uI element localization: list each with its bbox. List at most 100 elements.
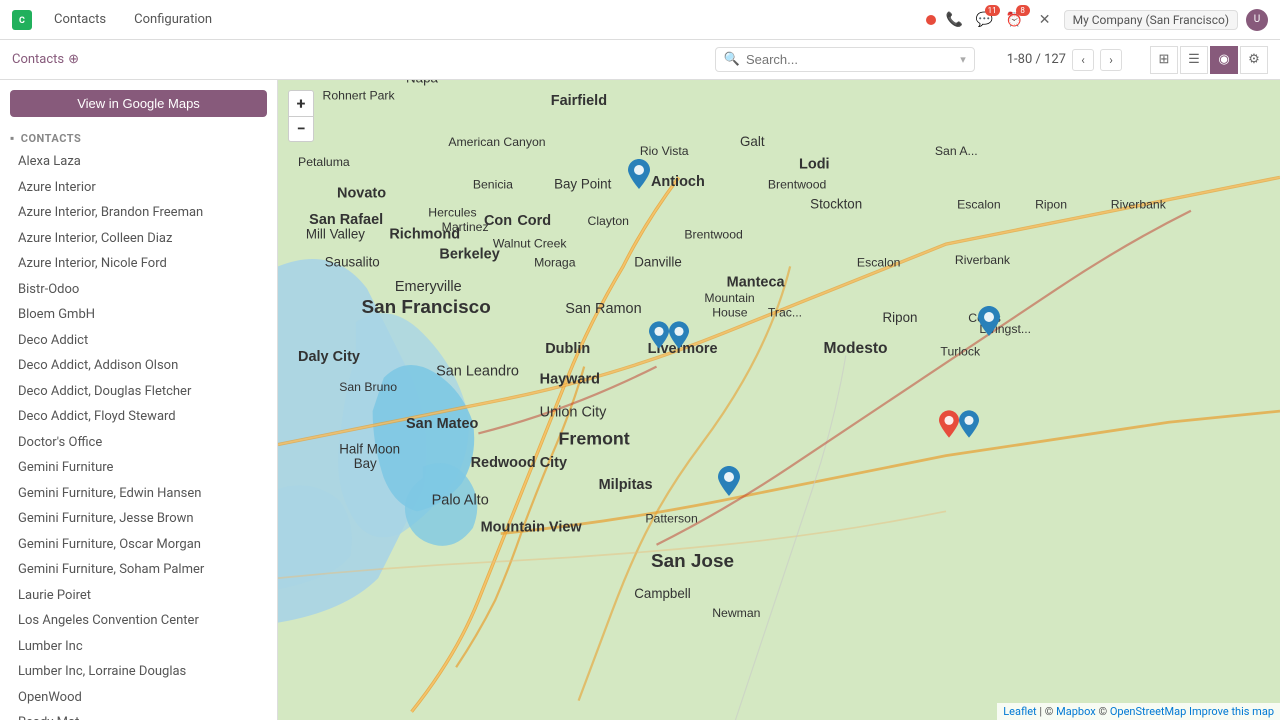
contact-list-item[interactable]: Azure Interior, Brandon Freeman (0, 200, 277, 226)
activity-badge: 8 (1016, 5, 1030, 16)
zoom-out-button[interactable]: − (288, 116, 314, 142)
sidebar-contacts-header: ▪ CONTACTS (0, 127, 277, 149)
map-pin-tracy-red[interactable] (939, 410, 959, 438)
svg-text:Con: Con (484, 213, 512, 229)
map-view-button[interactable]: ◉ (1210, 46, 1238, 74)
top-right-controls: 📞 💬 11 ⏰ 8 ✕ My Company (San Francisco) … (926, 9, 1268, 31)
company-name: My Company (San Francisco) (1073, 13, 1229, 27)
collapse-icon[interactable]: ▪ (10, 131, 15, 145)
contact-list-item[interactable]: Los Angeles Convention Center (0, 608, 277, 634)
map-pin-stockton[interactable] (978, 306, 1000, 336)
contact-list-item[interactable]: Gemini Furniture, Oscar Morgan (0, 532, 277, 558)
svg-text:Dublin: Dublin (545, 341, 590, 357)
map-pin-fairfield[interactable] (628, 159, 650, 189)
svg-text:C: C (19, 16, 25, 26)
prev-page-button[interactable]: ‹ (1072, 49, 1094, 71)
svg-text:San Bruno: San Bruno (339, 380, 397, 394)
kanban-view-button[interactable]: ⊞ (1150, 46, 1178, 74)
pagination-range: 1-80 / 127 (1007, 52, 1066, 67)
map-pin-concord2[interactable] (669, 321, 689, 349)
nav-contacts[interactable]: Contacts (48, 8, 112, 31)
user-avatar[interactable]: U (1246, 9, 1268, 31)
contact-list-item[interactable]: Bloem GmbH (0, 302, 277, 328)
svg-text:San Jose: San Jose (651, 551, 734, 572)
nav-configuration[interactable]: Configuration (128, 8, 218, 31)
next-page-button[interactable]: › (1100, 49, 1122, 71)
pagination: 1-80 / 127 ‹ › (1007, 49, 1122, 71)
contact-list-item[interactable]: Azure Interior, Colleen Diaz (0, 226, 277, 252)
search-box: 🔍 ▾ (715, 47, 975, 72)
svg-text:Petaluma: Petaluma (298, 155, 350, 169)
chat-icon[interactable]: 💬 11 (974, 9, 996, 31)
map-pin-tracy-blue[interactable] (959, 410, 979, 438)
contact-list-item[interactable]: Bistr-Odoo (0, 277, 277, 303)
status-indicator (926, 15, 936, 25)
add-icon[interactable]: ⊕ (68, 52, 79, 67)
map-container[interactable]: Rohnert Park Napa Sonoma Vacaville Fairf… (278, 80, 1280, 720)
close-icon[interactable]: ✕ (1034, 9, 1056, 31)
map-pin-concord1[interactable] (649, 321, 669, 349)
svg-text:Mountain: Mountain (704, 291, 755, 305)
svg-text:Rio Vista: Rio Vista (640, 144, 689, 158)
svg-text:Escalon: Escalon (857, 255, 901, 269)
search-input[interactable] (746, 52, 954, 67)
chat-badge: 11 (985, 5, 1000, 16)
improve-map-link[interactable]: Improve this map (1189, 705, 1274, 718)
svg-text:Daly City: Daly City (298, 349, 360, 365)
phone-icon[interactable]: 📞 (944, 9, 966, 31)
svg-text:San Ramon: San Ramon (565, 301, 641, 317)
contact-list-item[interactable]: Doctor's Office (0, 430, 277, 456)
contact-list-item[interactable]: Deco Addict, Douglas Fletcher (0, 379, 277, 405)
osm-link[interactable]: OpenStreetMap (1110, 705, 1186, 718)
svg-text:Half Moon: Half Moon (339, 441, 400, 456)
breadcrumb-label[interactable]: Contacts (12, 52, 64, 67)
contact-list-item[interactable]: Laurie Poiret (0, 583, 277, 609)
svg-text:Hayward: Hayward (540, 371, 600, 387)
svg-text:Stockton: Stockton (810, 197, 862, 212)
svg-text:Napa: Napa (406, 80, 439, 86)
svg-text:San Leandro: San Leandro (436, 364, 519, 380)
svg-text:Union City: Union City (540, 405, 608, 421)
contact-list-item[interactable]: Deco Addict, Addison Olson (0, 353, 277, 379)
map-footer: Leaflet | © Mapbox © OpenStreetMap Impro… (997, 703, 1280, 720)
svg-text:San Rafael: San Rafael (309, 212, 383, 228)
contact-list-item[interactable]: Azure Interior, Nicole Ford (0, 251, 277, 277)
svg-text:Redwood City: Redwood City (471, 455, 567, 471)
contact-list-item[interactable]: Deco Addict, Floyd Steward (0, 404, 277, 430)
view-google-maps-button[interactable]: View in Google Maps (10, 90, 267, 117)
svg-text:Ripon: Ripon (883, 310, 918, 325)
svg-text:Benicia: Benicia (473, 177, 513, 191)
activity-icon[interactable]: ⏰ 8 (1004, 9, 1026, 31)
view-settings-button[interactable]: ⚙ (1240, 46, 1268, 74)
svg-text:Richmond: Richmond (389, 227, 460, 243)
svg-text:Turlock: Turlock (940, 344, 981, 358)
contact-list-item[interactable]: Gemini Furniture, Edwin Hansen (0, 481, 277, 507)
contact-list-item[interactable]: Lumber Inc (0, 634, 277, 660)
svg-text:Cord: Cord (517, 213, 551, 229)
svg-text:Ione: Ione (968, 80, 992, 82)
list-view-button[interactable]: ☰ (1180, 46, 1208, 74)
contact-list-item[interactable]: Alexa Laza (0, 149, 277, 175)
contact-list-item[interactable]: Ready Mat (0, 710, 277, 720)
mapbox-link[interactable]: Mapbox (1056, 705, 1096, 718)
svg-text:Rohnert Park: Rohnert Park (323, 88, 396, 102)
leaflet-link[interactable]: Leaflet (1003, 705, 1036, 718)
contact-list-item[interactable]: Deco Addict (0, 328, 277, 354)
svg-text:Antioch: Antioch (651, 174, 705, 190)
contact-list-item[interactable]: Gemini Furniture, Jesse Brown (0, 506, 277, 532)
map-pin-fremont[interactable] (718, 466, 740, 496)
company-selector[interactable]: My Company (San Francisco) (1064, 10, 1238, 30)
search-dropdown-icon[interactable]: ▾ (960, 53, 966, 66)
svg-text:Modesto: Modesto (824, 340, 888, 357)
contact-list-item[interactable]: Lumber Inc, Lorraine Douglas (0, 659, 277, 685)
contact-list-item[interactable]: Azure Interior (0, 175, 277, 201)
svg-text:Bay: Bay (354, 456, 377, 471)
contact-list-item[interactable]: Gemini Furniture, Soham Palmer (0, 557, 277, 583)
contact-list-item[interactable]: Gemini Furniture (0, 455, 277, 481)
zoom-in-button[interactable]: + (288, 90, 314, 116)
svg-text:American Canyon: American Canyon (448, 135, 545, 149)
contact-list-item[interactable]: OpenWood (0, 685, 277, 711)
svg-text:Danville: Danville (634, 254, 682, 269)
svg-text:Riverbank: Riverbank (955, 253, 1011, 267)
svg-text:Milpitas: Milpitas (599, 477, 653, 493)
